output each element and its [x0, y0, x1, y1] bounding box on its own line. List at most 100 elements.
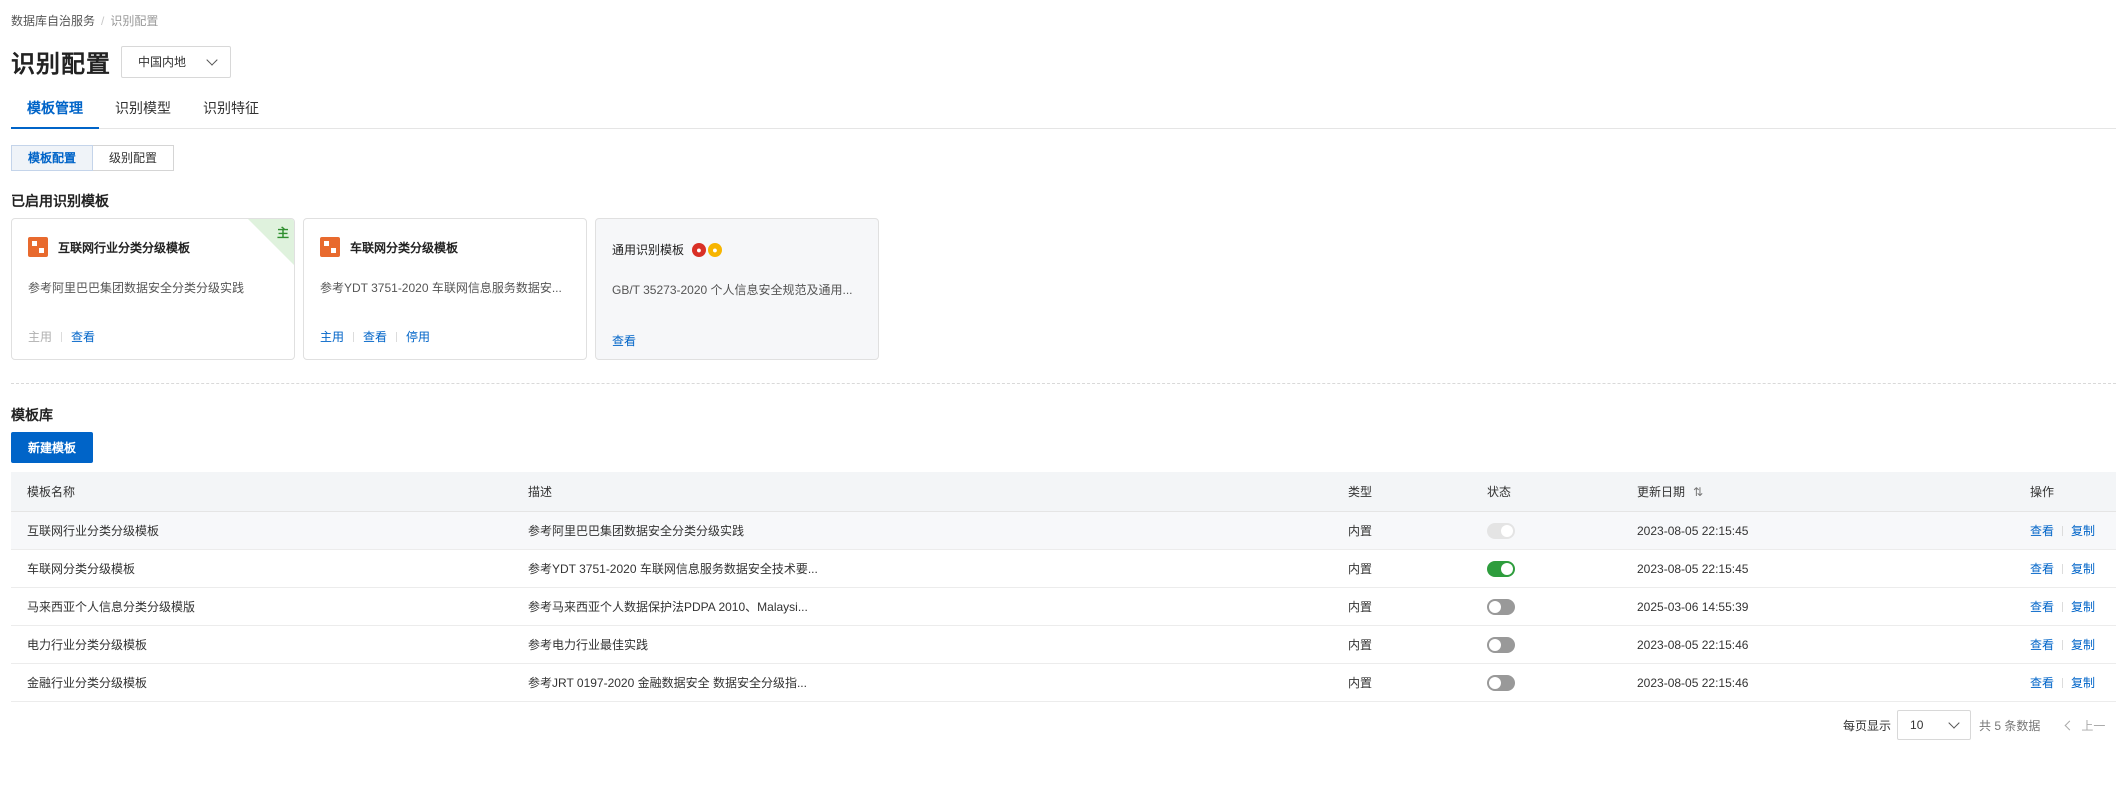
- segment-control: 模板配置 级别配置: [11, 145, 175, 171]
- cell-name: 金融行业分类分级模板: [27, 676, 148, 690]
- column-header-type: 类型: [1348, 485, 1373, 499]
- status-toggle[interactable]: [1487, 560, 1515, 577]
- cell-date: 2025-03-06 14:55:39: [1637, 599, 1749, 614]
- cell-date: 2023-08-05 22:15:46: [1637, 637, 1749, 652]
- cell-date: 2023-08-05 22:15:45: [1637, 523, 1749, 538]
- template-logo-icon: [28, 237, 48, 257]
- set-primary-button[interactable]: 主用: [320, 328, 344, 345]
- table-header: 模板名称 描述 类型 状态 更新日期 ⇅ 操作: [11, 472, 2116, 512]
- view-button[interactable]: 查看: [71, 328, 95, 345]
- view-link[interactable]: 查看: [2030, 522, 2054, 539]
- view-link[interactable]: 查看: [2030, 636, 2054, 653]
- template-table: 模板名称 描述 类型 状态 更新日期 ⇅ 操作 互联网行业分类分级模板 参考阿里…: [11, 472, 2116, 702]
- column-header-desc: 描述: [528, 485, 553, 499]
- set-primary-button: 主用: [28, 330, 53, 344]
- card-name: 通用识别模板: [612, 243, 685, 257]
- breadcrumb-current: 识别配置: [110, 14, 159, 28]
- cell-ops: 查看 复制: [2014, 522, 2116, 539]
- prev-page-button[interactable]: 上一: [2064, 717, 2106, 734]
- cell-name: 马来西亚个人信息分类分级模版: [27, 600, 196, 614]
- view-button[interactable]: 查看: [612, 332, 636, 349]
- sort-icon[interactable]: ⇅: [1693, 485, 1703, 499]
- divider: [2062, 677, 2064, 688]
- disable-button[interactable]: 停用: [406, 328, 430, 345]
- template-library-title: 模板库: [11, 407, 53, 423]
- view-button[interactable]: 查看: [363, 328, 387, 345]
- enabled-templates-title: 已启用识别模板: [11, 193, 109, 209]
- table-row: 电力行业分类分级模板 参考电力行业最佳实践 内置 2023-08-05 22:1…: [11, 626, 2116, 664]
- cell-date: 2023-08-05 22:15:46: [1637, 675, 1749, 690]
- status-toggle[interactable]: [1487, 598, 1515, 615]
- breadcrumb-separator: /: [101, 13, 105, 28]
- cell-desc: 参考YDT 3751-2020 车联网信息服务数据安全技术要...: [528, 562, 818, 576]
- view-link[interactable]: 查看: [2030, 598, 2054, 615]
- cell-type: 内置: [1348, 600, 1373, 614]
- copy-link[interactable]: 复制: [2071, 598, 2095, 615]
- divider: [61, 331, 63, 342]
- divider: [2062, 639, 2064, 650]
- cell-ops: 查看 复制: [2014, 636, 2116, 653]
- status-toggle[interactable]: [1487, 636, 1515, 653]
- primary-corner-label: 主: [276, 226, 289, 240]
- page-size-select[interactable]: 10: [1897, 710, 1972, 740]
- card-description: 参考阿里巴巴集团数据安全分类分级实践: [28, 281, 245, 295]
- status-toggle[interactable]: [1487, 674, 1515, 691]
- template-card: 通用识别模板 ● ● GB/T 35273-2020 个人信息安全规范及通用..…: [595, 218, 879, 360]
- column-header-date[interactable]: 更新日期 ⇅: [1621, 483, 2014, 500]
- cell-type: 内置: [1348, 638, 1373, 652]
- cell-type: 内置: [1348, 562, 1373, 576]
- page-size-value: 10: [1910, 718, 1924, 732]
- cell-name: 车联网分类分级模板: [27, 562, 136, 576]
- card-actions: 主用 查看: [28, 328, 95, 345]
- status-toggle: [1487, 522, 1515, 539]
- template-card: 主 互联网行业分类分级模板 参考阿里巴巴集团数据安全分类分级实践 主用 查看: [11, 218, 295, 360]
- view-link[interactable]: 查看: [2030, 674, 2054, 691]
- region-select[interactable]: 中国内地: [121, 45, 231, 78]
- per-page-label: 每页显示: [1843, 718, 1892, 733]
- copy-link[interactable]: 复制: [2071, 560, 2095, 577]
- title-row: 识别配置 中国内地: [11, 44, 231, 79]
- cell-status: [1471, 560, 1621, 577]
- cell-desc: 参考阿里巴巴集团数据安全分类分级实践: [528, 524, 745, 538]
- cell-ops: 查看 复制: [2014, 674, 2116, 691]
- copy-link[interactable]: 复制: [2071, 522, 2095, 539]
- card-actions: 查看: [612, 332, 636, 349]
- chevron-down-icon: [206, 53, 218, 66]
- pagination: 每页显示 10 共 5 条数据 上一: [1843, 710, 2105, 740]
- main-tabs: 模板管理 识别模型 识别特征: [11, 96, 2116, 129]
- column-header-name: 模板名称: [27, 485, 76, 499]
- tab-template-management[interactable]: 模板管理: [11, 96, 99, 129]
- divider: [2062, 601, 2064, 612]
- divider: [2062, 525, 2064, 536]
- column-header-status: 状态: [1487, 485, 1512, 499]
- total-count: 共 5 条数据: [1979, 718, 2041, 733]
- chevron-left-icon: [2064, 720, 2075, 730]
- column-header-date-label: 更新日期: [1637, 485, 1686, 499]
- new-template-button[interactable]: 新建模板: [11, 432, 93, 463]
- cell-status: [1471, 674, 1621, 691]
- tab-recognition-feature[interactable]: 识别特征: [187, 96, 275, 129]
- cell-desc: 参考马来西亚个人数据保护法PDPA 2010、Malaysi...: [528, 600, 808, 614]
- table-row: 互联网行业分类分级模板 参考阿里巴巴集团数据安全分类分级实践 内置 2023-0…: [11, 512, 2116, 550]
- chevron-down-icon: [1948, 717, 1960, 729]
- cell-name: 电力行业分类分级模板: [27, 638, 148, 652]
- person-yellow-icon: ●: [708, 242, 723, 257]
- breadcrumb-root[interactable]: 数据库自治服务: [11, 12, 95, 29]
- person-red-icon: ●: [692, 242, 707, 257]
- view-link[interactable]: 查看: [2030, 560, 2054, 577]
- breadcrumb: 数据库自治服务 / 识别配置: [11, 12, 158, 29]
- tab-recognition-model[interactable]: 识别模型: [99, 96, 187, 129]
- cell-status: [1471, 636, 1621, 653]
- table-row: 车联网分类分级模板 参考YDT 3751-2020 车联网信息服务数据安全技术要…: [11, 550, 2116, 588]
- cell-status: [1471, 598, 1621, 615]
- divider: [2062, 563, 2064, 574]
- segment-level-config[interactable]: 级别配置: [93, 145, 175, 171]
- prev-page-label: 上一: [2081, 718, 2106, 733]
- copy-link[interactable]: 复制: [2071, 636, 2095, 653]
- segment-template-config[interactable]: 模板配置: [11, 145, 94, 171]
- region-select-value: 中国内地: [138, 55, 187, 69]
- copy-link[interactable]: 复制: [2071, 674, 2095, 691]
- cell-date: 2023-08-05 22:15:45: [1637, 561, 1749, 576]
- cell-desc: 参考电力行业最佳实践: [528, 638, 649, 652]
- card-description: 参考YDT 3751-2020 车联网信息服务数据安...: [320, 281, 562, 295]
